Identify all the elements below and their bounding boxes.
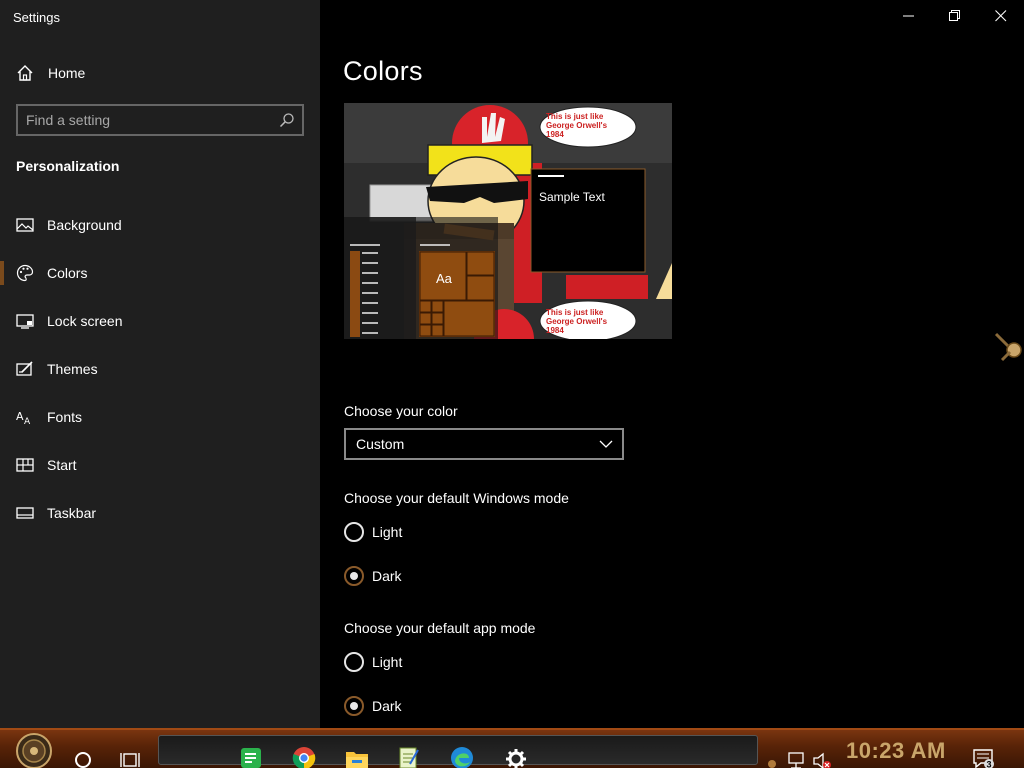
desktop-gadget-icon <box>994 332 1022 362</box>
preview-art: This is just like George Orwell's 1984 T… <box>344 103 672 339</box>
search-input[interactable] <box>26 111 276 129</box>
color-dropdown-value: Custom <box>356 436 405 452</box>
search-icon[interactable] <box>279 112 295 128</box>
nav-home-label: Home <box>48 65 86 81</box>
windows-mode-dark-radio[interactable]: Dark <box>344 566 544 588</box>
minimize-button[interactable] <box>886 0 932 32</box>
action-center-icon[interactable]: 3 <box>972 739 996 768</box>
fonts-icon: A A <box>16 410 31 426</box>
notepad-icon[interactable] <box>398 738 420 768</box>
radio-label: Dark <box>372 568 402 584</box>
windows-mode-label: Choose your default Windows mode <box>344 490 569 506</box>
tray-overflow-icon[interactable] <box>766 744 778 768</box>
section-heading: Personalization <box>16 158 120 174</box>
image-icon <box>16 218 34 232</box>
app-mode-light-radio[interactable]: Light <box>344 652 544 674</box>
app-mode-label: Choose your default app mode <box>344 620 536 636</box>
app-title: Settings <box>13 10 60 25</box>
settings-gear-icon[interactable] <box>505 739 527 768</box>
sidebar-item-label: Start <box>47 457 77 473</box>
sidebar-item-label: Taskbar <box>47 505 97 521</box>
radio-circle-selected[interactable] <box>344 696 364 716</box>
start-orb-icon[interactable] <box>10 731 58 768</box>
task-view-icon[interactable] <box>120 740 140 768</box>
search-box[interactable] <box>16 104 304 136</box>
radio-circle-selected[interactable] <box>344 566 364 586</box>
sidebar-item-background[interactable]: Background <box>0 205 320 245</box>
sidebar-item-fonts[interactable]: A A Fonts <box>0 397 320 437</box>
home-icon <box>17 65 33 81</box>
radio-circle[interactable] <box>344 522 364 542</box>
notes-app-icon[interactable] <box>240 738 262 768</box>
radio-label: Light <box>372 654 403 670</box>
sidebar-item-label: Colors <box>47 265 88 281</box>
windows-mode-light-radio[interactable]: Light <box>344 522 544 544</box>
notification-count-badge: 3 <box>987 760 992 768</box>
sidebar-item-colors[interactable]: Colors <box>0 253 320 293</box>
app-mode-dark-radio[interactable]: Dark <box>344 696 544 718</box>
sidebar-item-label: Background <box>47 217 122 233</box>
lock-screen-icon <box>16 314 34 329</box>
preview-sample-text: Sample Text <box>539 190 605 204</box>
close-icon <box>995 10 1007 22</box>
palette-icon <box>16 264 34 282</box>
sidebar: Settings Home Personalization Background… <box>0 0 320 730</box>
radio-label: Light <box>372 524 403 540</box>
network-icon[interactable] <box>786 741 806 768</box>
maximize-button[interactable] <box>932 0 978 32</box>
choose-color-label: Choose your color <box>344 403 458 419</box>
taskbar: 10:23 AM 3 <box>0 728 1024 768</box>
sidebar-item-themes[interactable]: Themes <box>0 349 320 389</box>
theme-preview: This is just like George Orwell's 1984 T… <box>344 103 672 339</box>
volume-muted-icon[interactable] <box>812 741 832 768</box>
preview-tile-aa: Aa <box>436 271 453 286</box>
sidebar-item-taskbar[interactable]: Taskbar <box>0 493 320 533</box>
close-button[interactable] <box>978 0 1024 32</box>
restore-icon <box>949 10 960 21</box>
nav-home[interactable]: Home <box>0 58 320 88</box>
taskbar-icon <box>16 507 34 519</box>
sidebar-item-lock-screen[interactable]: Lock screen <box>0 301 320 341</box>
start-icon <box>16 458 34 472</box>
radio-circle[interactable] <box>344 652 364 672</box>
sidebar-item-start[interactable]: Start <box>0 445 320 485</box>
radio-label: Dark <box>372 698 402 714</box>
svg-text:A: A <box>24 417 31 426</box>
chevron-down-icon <box>599 440 613 448</box>
color-dropdown[interactable]: Custom <box>344 428 624 460</box>
sidebar-item-label: Lock screen <box>47 313 123 329</box>
chrome-icon[interactable] <box>292 738 316 768</box>
edge-icon[interactable] <box>450 738 474 768</box>
cortana-icon[interactable] <box>74 740 92 768</box>
sidebar-item-label: Fonts <box>47 409 83 425</box>
page-title: Colors <box>343 56 423 86</box>
themes-icon <box>16 361 33 376</box>
taskbar-clock[interactable]: 10:23 AM <box>846 738 946 764</box>
svg-text:A: A <box>16 410 24 423</box>
sidebar-item-label: Themes <box>47 361 98 377</box>
file-explorer-icon[interactable] <box>345 739 369 768</box>
minimize-icon <box>903 15 914 17</box>
